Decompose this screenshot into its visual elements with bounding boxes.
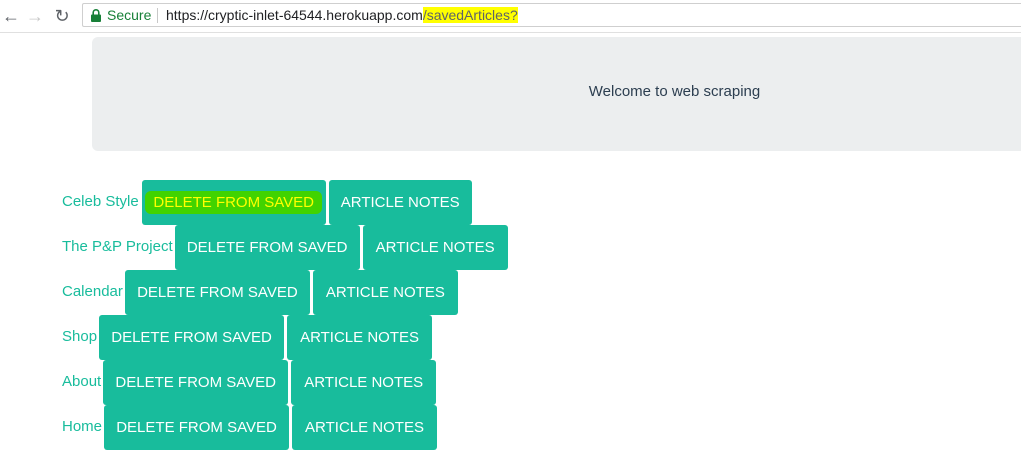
- delete-from-saved-button[interactable]: DELETE FROM SAVED: [104, 405, 290, 450]
- delete-from-saved-button[interactable]: DELETE FROM SAVED: [124, 270, 310, 315]
- article-notes-button[interactable]: ARTICLE NOTES: [328, 180, 472, 225]
- jumbotron: Welcome to web scraping: [92, 37, 1021, 151]
- article-notes-button[interactable]: ARTICLE NOTES: [292, 405, 438, 450]
- delete-from-saved-button[interactable]: DELETE FROM SAVED: [141, 180, 326, 225]
- delete-from-saved-button[interactable]: DELETE FROM SAVED: [174, 225, 360, 270]
- lock-icon: [91, 9, 101, 22]
- welcome-text: Welcome to web scraping: [588, 83, 761, 100]
- article-notes-button[interactable]: ARTICLE NOTES: [312, 270, 458, 315]
- article-link[interactable]: Shop: [62, 328, 97, 345]
- article-link[interactable]: The P&P Project: [62, 238, 173, 255]
- address-bar[interactable]: Secure https://cryptic-inlet-64544.herok…: [82, 3, 1021, 27]
- delete-from-saved-button[interactable]: DELETE FROM SAVED: [103, 360, 289, 405]
- article-row: The P&P Project DELETE FROM SAVED ARTICL…: [62, 225, 508, 271]
- delete-button-label: DELETE FROM SAVED: [145, 191, 323, 214]
- article-row: About DELETE FROM SAVED ARTICLE NOTES: [62, 360, 437, 406]
- article-notes-button[interactable]: ARTICLE NOTES: [362, 225, 508, 270]
- browser-toolbar: ← → ↻ Secure https://cryptic-inlet-64544…: [0, 0, 1021, 33]
- article-link[interactable]: About: [62, 373, 101, 390]
- article-link[interactable]: Calendar: [62, 283, 123, 300]
- article-notes-button[interactable]: ARTICLE NOTES: [287, 315, 433, 360]
- secure-label: Secure: [107, 7, 152, 23]
- url-text[interactable]: https://cryptic-inlet-64544.herokuapp.co…: [166, 7, 518, 23]
- article-row: Home DELETE FROM SAVED ARTICLE NOTES: [62, 405, 438, 451]
- article-link[interactable]: Home: [62, 418, 102, 435]
- article-row: Shop DELETE FROM SAVED ARTICLE NOTES: [62, 315, 433, 361]
- article-row: Celeb Style DELETE FROM SAVED ARTICLE NO…: [62, 180, 472, 226]
- forward-icon[interactable]: →: [25, 6, 45, 26]
- omnibox-divider: [157, 8, 158, 23]
- url-base: https://cryptic-inlet-64544.herokuapp.co…: [166, 7, 423, 23]
- article-row: Calendar DELETE FROM SAVED ARTICLE NOTES: [62, 270, 458, 316]
- delete-from-saved-button[interactable]: DELETE FROM SAVED: [99, 315, 285, 360]
- reload-icon[interactable]: ↻: [52, 6, 72, 26]
- back-icon[interactable]: ←: [1, 6, 21, 26]
- article-notes-button[interactable]: ARTICLE NOTES: [291, 360, 437, 405]
- url-path-highlighted: /savedArticles?: [422, 7, 518, 23]
- article-link[interactable]: Celeb Style: [62, 193, 139, 210]
